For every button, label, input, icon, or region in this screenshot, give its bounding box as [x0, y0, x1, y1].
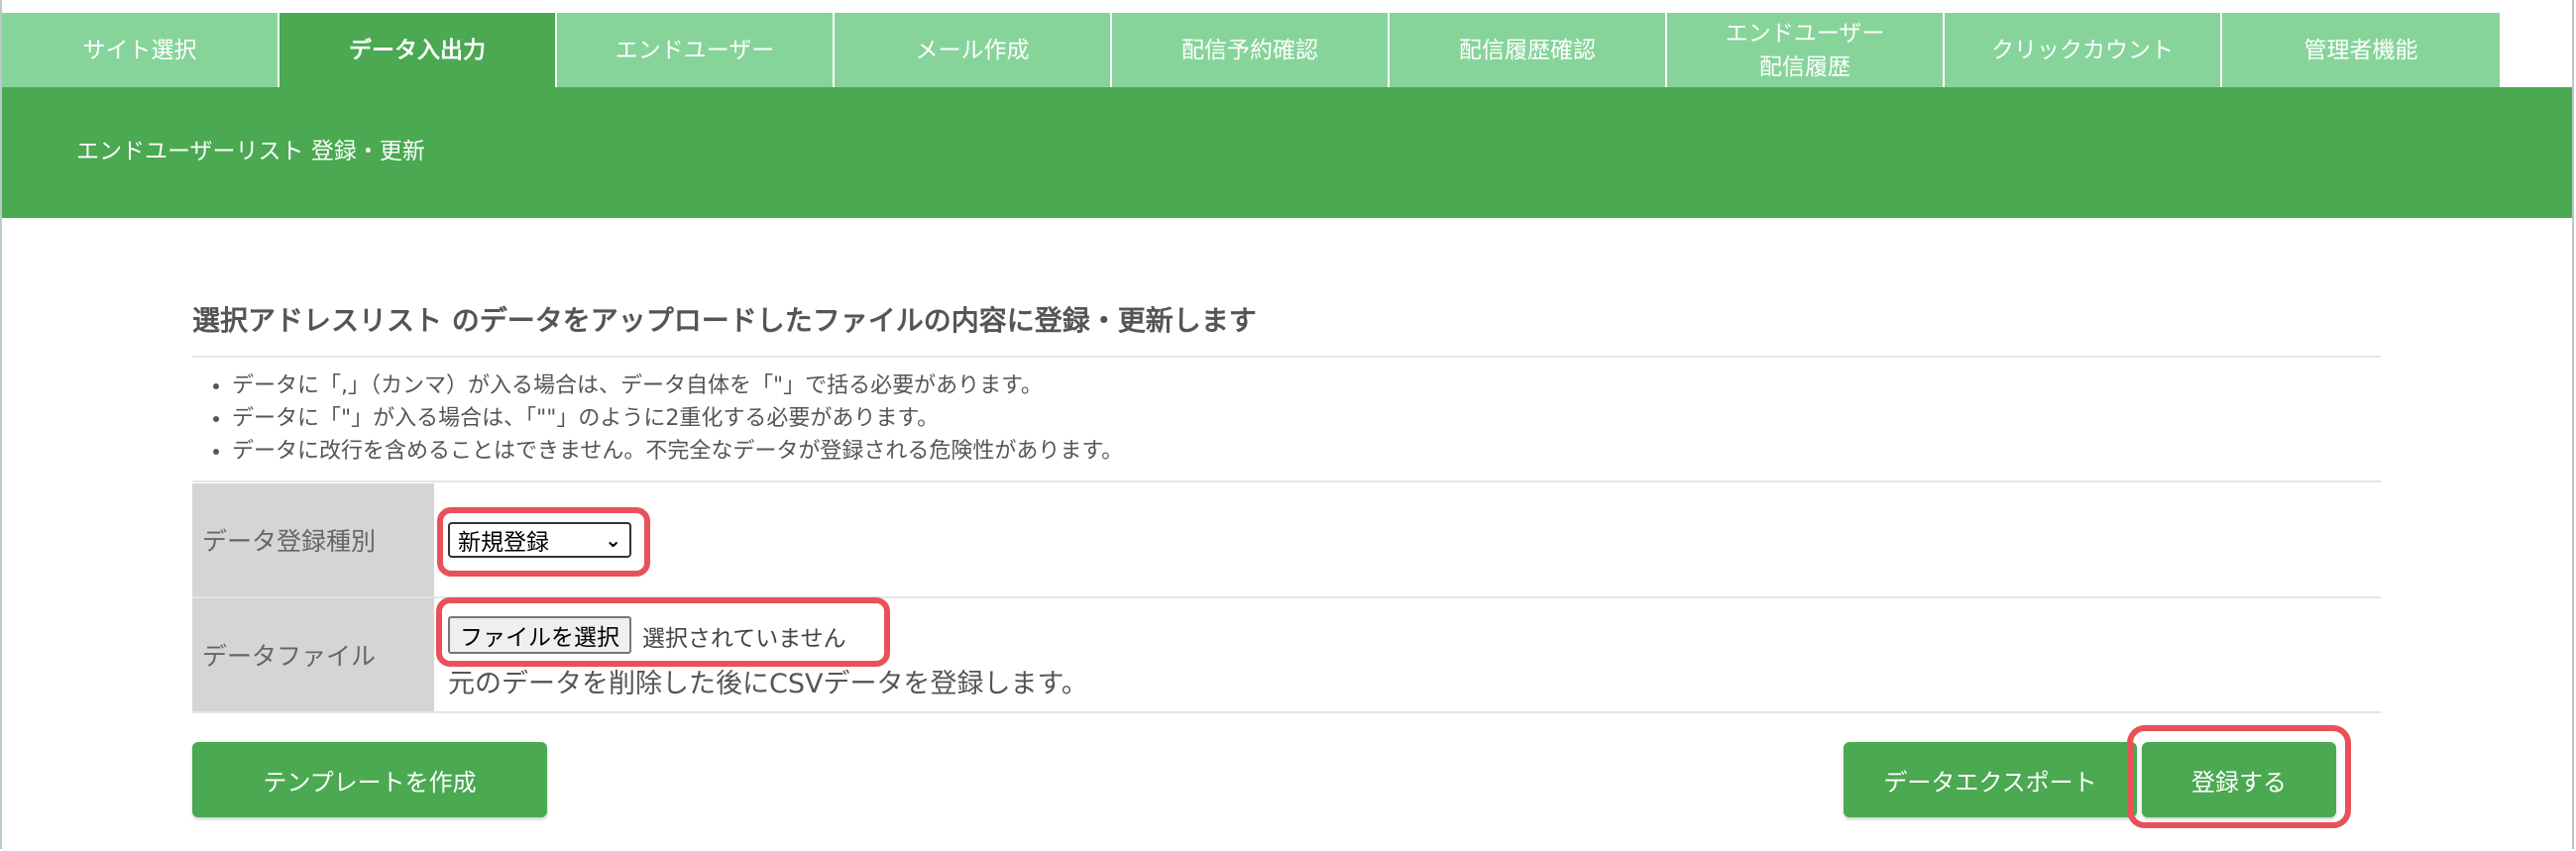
data-file-label: データファイル — [192, 598, 434, 711]
tab-delivery-schedule[interactable]: 配信予約確認 — [1112, 13, 1390, 87]
notes-list: データに「,」（カンマ）が入る場合は、データ自体を「"」で括る必要があります。 … — [198, 370, 1123, 468]
page-header-band: エンドユーザーリスト 登録・更新 — [2, 87, 2572, 218]
divider — [192, 480, 2381, 482]
highlight-box — [2127, 725, 2351, 828]
tab-data-io[interactable]: データ入出力 — [280, 13, 557, 87]
note-item: データに「"」が入る場合は、「""」のように2重化する必要があります。 — [232, 402, 1123, 435]
divider — [192, 356, 2381, 358]
divider — [192, 711, 2381, 713]
tab-admin[interactable]: 管理者機能 — [2222, 13, 2500, 87]
tab-end-user-delivery-history[interactable]: エンドユーザー 配信履歴 — [1667, 13, 1945, 87]
highlight-box — [437, 507, 650, 577]
tab-site-select[interactable]: サイト選択 — [2, 13, 280, 87]
data-type-label: データ登録種別 — [192, 483, 434, 596]
top-nav-tabs: サイト選択 データ入出力 エンドユーザー メール作成 配信予約確認 配信履歴確認… — [2, 13, 2500, 87]
tab-delivery-history[interactable]: 配信履歴確認 — [1390, 13, 1667, 87]
create-template-button[interactable]: テンプレートを作成 — [192, 742, 547, 817]
tab-mail-compose[interactable]: メール作成 — [835, 13, 1112, 87]
note-item: データに改行を含めることはできません。不完全なデータが登録される危険性があります… — [232, 435, 1123, 468]
note-item: データに「,」（カンマ）が入る場合は、データ自体を「"」で括る必要があります。 — [232, 370, 1123, 402]
file-hint-text: 元のデータを削除した後にCSVデータを登録します。 — [448, 669, 1088, 699]
data-export-button[interactable]: データエクスポート — [1844, 742, 2137, 817]
section-title: 選択アドレスリスト のデータをアップロードしたファイルの内容に登録・更新します — [192, 304, 1257, 337]
tab-click-count[interactable]: クリックカウント — [1945, 13, 2222, 87]
highlight-box — [436, 597, 890, 667]
tab-end-user[interactable]: エンドユーザー — [557, 13, 835, 87]
page-title: エンドユーザーリスト 登録・更新 — [76, 139, 425, 164]
